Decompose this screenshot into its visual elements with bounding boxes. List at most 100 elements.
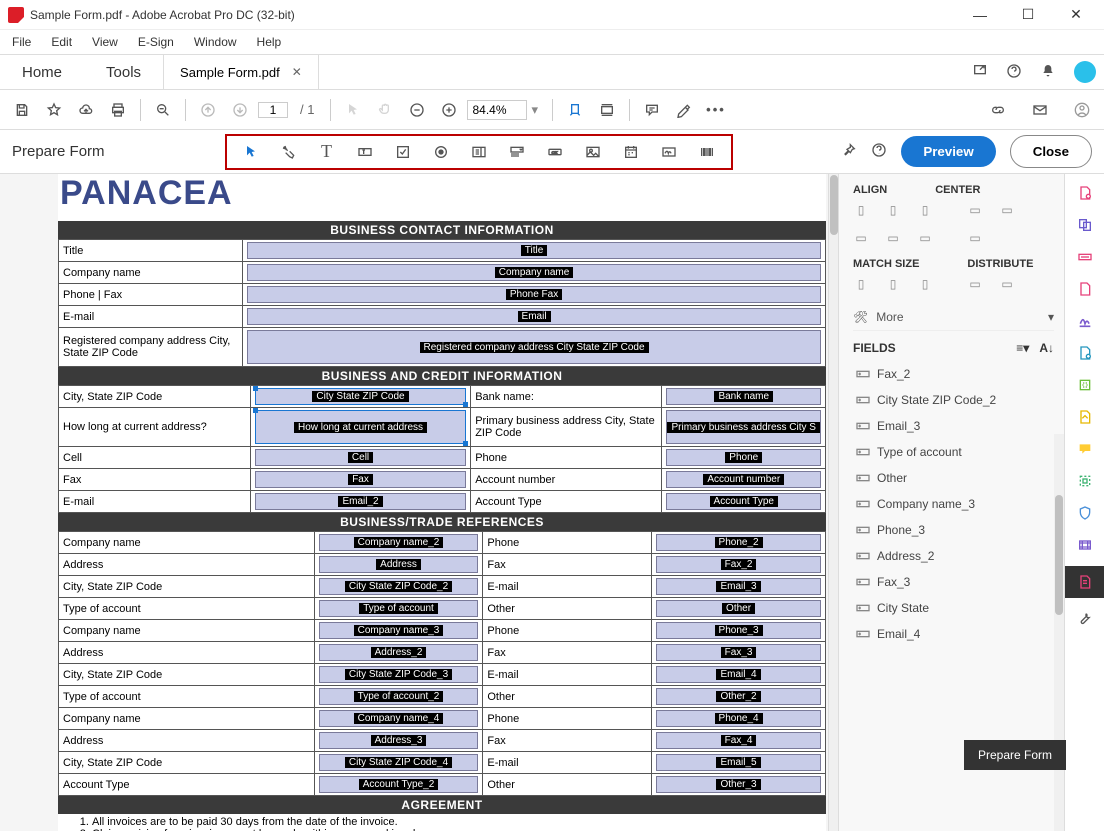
align-left-icon[interactable]: ▯ xyxy=(853,202,869,218)
dropdown-icon[interactable] xyxy=(507,138,527,166)
menu-window[interactable]: Window xyxy=(186,33,245,51)
media-icon[interactable] xyxy=(1074,534,1096,556)
form-field[interactable]: Type of account xyxy=(319,600,479,617)
help-icon[interactable] xyxy=(1006,63,1022,82)
form-field[interactable]: Fax_3 xyxy=(656,644,821,661)
dist-v-icon[interactable]: ▭ xyxy=(999,276,1015,292)
text-tool-icon[interactable]: T xyxy=(317,138,337,166)
form-field[interactable]: Other xyxy=(656,600,821,617)
menu-esign[interactable]: E-Sign xyxy=(130,33,182,51)
field-list-item[interactable]: Phone_3 xyxy=(853,517,1054,543)
protect-icon[interactable] xyxy=(1074,502,1096,524)
form-field[interactable]: Account Type_2 xyxy=(319,776,479,793)
minimize-button[interactable]: — xyxy=(960,3,1000,27)
align-center-icon[interactable]: ▯ xyxy=(885,202,901,218)
dist-h-icon[interactable]: ▭ xyxy=(967,276,983,292)
form-field[interactable]: Account Type xyxy=(666,493,821,510)
print-icon[interactable] xyxy=(104,96,132,124)
document-pane[interactable]: PANACEA BUSINESS CONTACT INFORMATION Tit… xyxy=(0,174,838,831)
compress-icon[interactable] xyxy=(1074,374,1096,396)
mail-icon[interactable] xyxy=(1026,96,1054,124)
comment-tool-icon[interactable] xyxy=(1074,438,1096,460)
form-field[interactable]: Title xyxy=(247,242,821,259)
field-list-item[interactable]: Fax_3 xyxy=(853,569,1054,595)
close-button[interactable]: Close xyxy=(1010,135,1092,168)
zoom-out-search-icon[interactable] xyxy=(149,96,177,124)
page-up-icon[interactable] xyxy=(194,96,222,124)
zoom-level-input[interactable] xyxy=(467,100,527,120)
edit-tool-icon[interactable] xyxy=(279,138,299,166)
form-field[interactable]: Email xyxy=(247,308,821,325)
star-icon[interactable] xyxy=(40,96,68,124)
bell-icon[interactable] xyxy=(1040,63,1056,82)
pointer-arrow-icon[interactable] xyxy=(339,96,367,124)
form-field[interactable]: Company name_4 xyxy=(319,710,479,727)
field-list-item[interactable]: Address_2 xyxy=(853,543,1054,569)
export-pdf-icon[interactable] xyxy=(1074,278,1096,300)
field-list-item[interactable]: Other xyxy=(853,465,1054,491)
save-icon[interactable] xyxy=(8,96,36,124)
page-current-input[interactable] xyxy=(258,102,288,118)
sign-icon[interactable] xyxy=(1074,310,1096,332)
field-list-item[interactable]: City State xyxy=(853,595,1054,621)
match-both-icon[interactable]: ▯ xyxy=(917,276,933,292)
form-field[interactable]: Address xyxy=(319,556,479,573)
form-field[interactable]: Address_2 xyxy=(319,644,479,661)
form-field[interactable]: Phone Fax xyxy=(247,286,821,303)
form-field[interactable]: Fax_2 xyxy=(656,556,821,573)
link-icon[interactable] xyxy=(984,96,1012,124)
fit-page-icon[interactable] xyxy=(561,96,589,124)
panel-scrollbar[interactable] xyxy=(1054,434,1064,831)
scan-icon[interactable] xyxy=(1074,470,1096,492)
tab-active[interactable]: Sample Form.pdf ✕ xyxy=(163,55,319,89)
highlight-icon[interactable] xyxy=(670,96,698,124)
more-tools-icon[interactable] xyxy=(1074,608,1096,630)
center-v-icon[interactable]: ▭ xyxy=(999,202,1015,218)
cloud-icon[interactable] xyxy=(72,96,100,124)
form-field[interactable]: Other_2 xyxy=(656,688,821,705)
radio-icon[interactable] xyxy=(431,138,451,166)
more-icon[interactable]: ••• xyxy=(702,96,730,124)
tab-home[interactable]: Home xyxy=(0,55,84,89)
checkbox-icon[interactable] xyxy=(393,138,413,166)
align-right-icon[interactable]: ▯ xyxy=(917,202,933,218)
form-field-selected[interactable]: How long at current address xyxy=(255,410,466,444)
edit-pdf-icon[interactable] xyxy=(1074,246,1096,268)
form-field[interactable]: City State ZIP Code_3 xyxy=(319,666,479,683)
field-list-item[interactable]: Email_4 xyxy=(853,621,1054,647)
barcode-icon[interactable] xyxy=(697,138,717,166)
combine-icon[interactable] xyxy=(1074,214,1096,236)
field-list-item[interactable]: Company name_3 xyxy=(853,491,1054,517)
button-icon[interactable]: OK xyxy=(545,138,565,166)
match-width-icon[interactable]: ▯ xyxy=(853,276,869,292)
more-button[interactable]: 🛠 More ▾ xyxy=(853,304,1054,331)
form-field-selected[interactable]: City State ZIP Code xyxy=(255,388,466,405)
fit-width-icon[interactable] xyxy=(593,96,621,124)
zoom-out-icon[interactable] xyxy=(403,96,431,124)
tab-close-button[interactable]: ✕ xyxy=(292,65,302,79)
field-list-item[interactable]: Email_3 xyxy=(853,413,1054,439)
match-height-icon[interactable]: ▯ xyxy=(885,276,901,292)
share-icon[interactable] xyxy=(972,63,988,82)
form-field[interactable]: Cell xyxy=(255,449,466,466)
form-field[interactable]: Email_4 xyxy=(656,666,821,683)
form-field[interactable]: Phone_2 xyxy=(656,534,821,551)
form-field[interactable]: Company name_2 xyxy=(319,534,479,551)
form-field[interactable]: Company name xyxy=(247,264,821,281)
field-list-item[interactable]: City State ZIP Code_2 xyxy=(853,387,1054,413)
form-field[interactable]: Phone xyxy=(666,449,821,466)
form-field[interactable]: Email_3 xyxy=(656,578,821,595)
hand-icon[interactable] xyxy=(371,96,399,124)
form-field[interactable]: Other_3 xyxy=(656,776,821,793)
form-field[interactable]: Account number xyxy=(666,471,821,488)
form-field[interactable]: Email_2 xyxy=(255,493,466,510)
form-field[interactable]: Fax xyxy=(255,471,466,488)
form-field[interactable]: Registered company address City State ZI… xyxy=(247,330,821,364)
pin-icon[interactable] xyxy=(841,142,857,161)
form-field[interactable]: Company name_3 xyxy=(319,622,479,639)
form-field[interactable]: Bank name xyxy=(666,388,821,405)
prepare-form-rail-icon[interactable] xyxy=(1065,566,1104,598)
field-list-item[interactable]: Fax_2 xyxy=(853,361,1054,387)
help-icon-2[interactable] xyxy=(871,142,887,161)
signature-icon[interactable] xyxy=(659,138,679,166)
